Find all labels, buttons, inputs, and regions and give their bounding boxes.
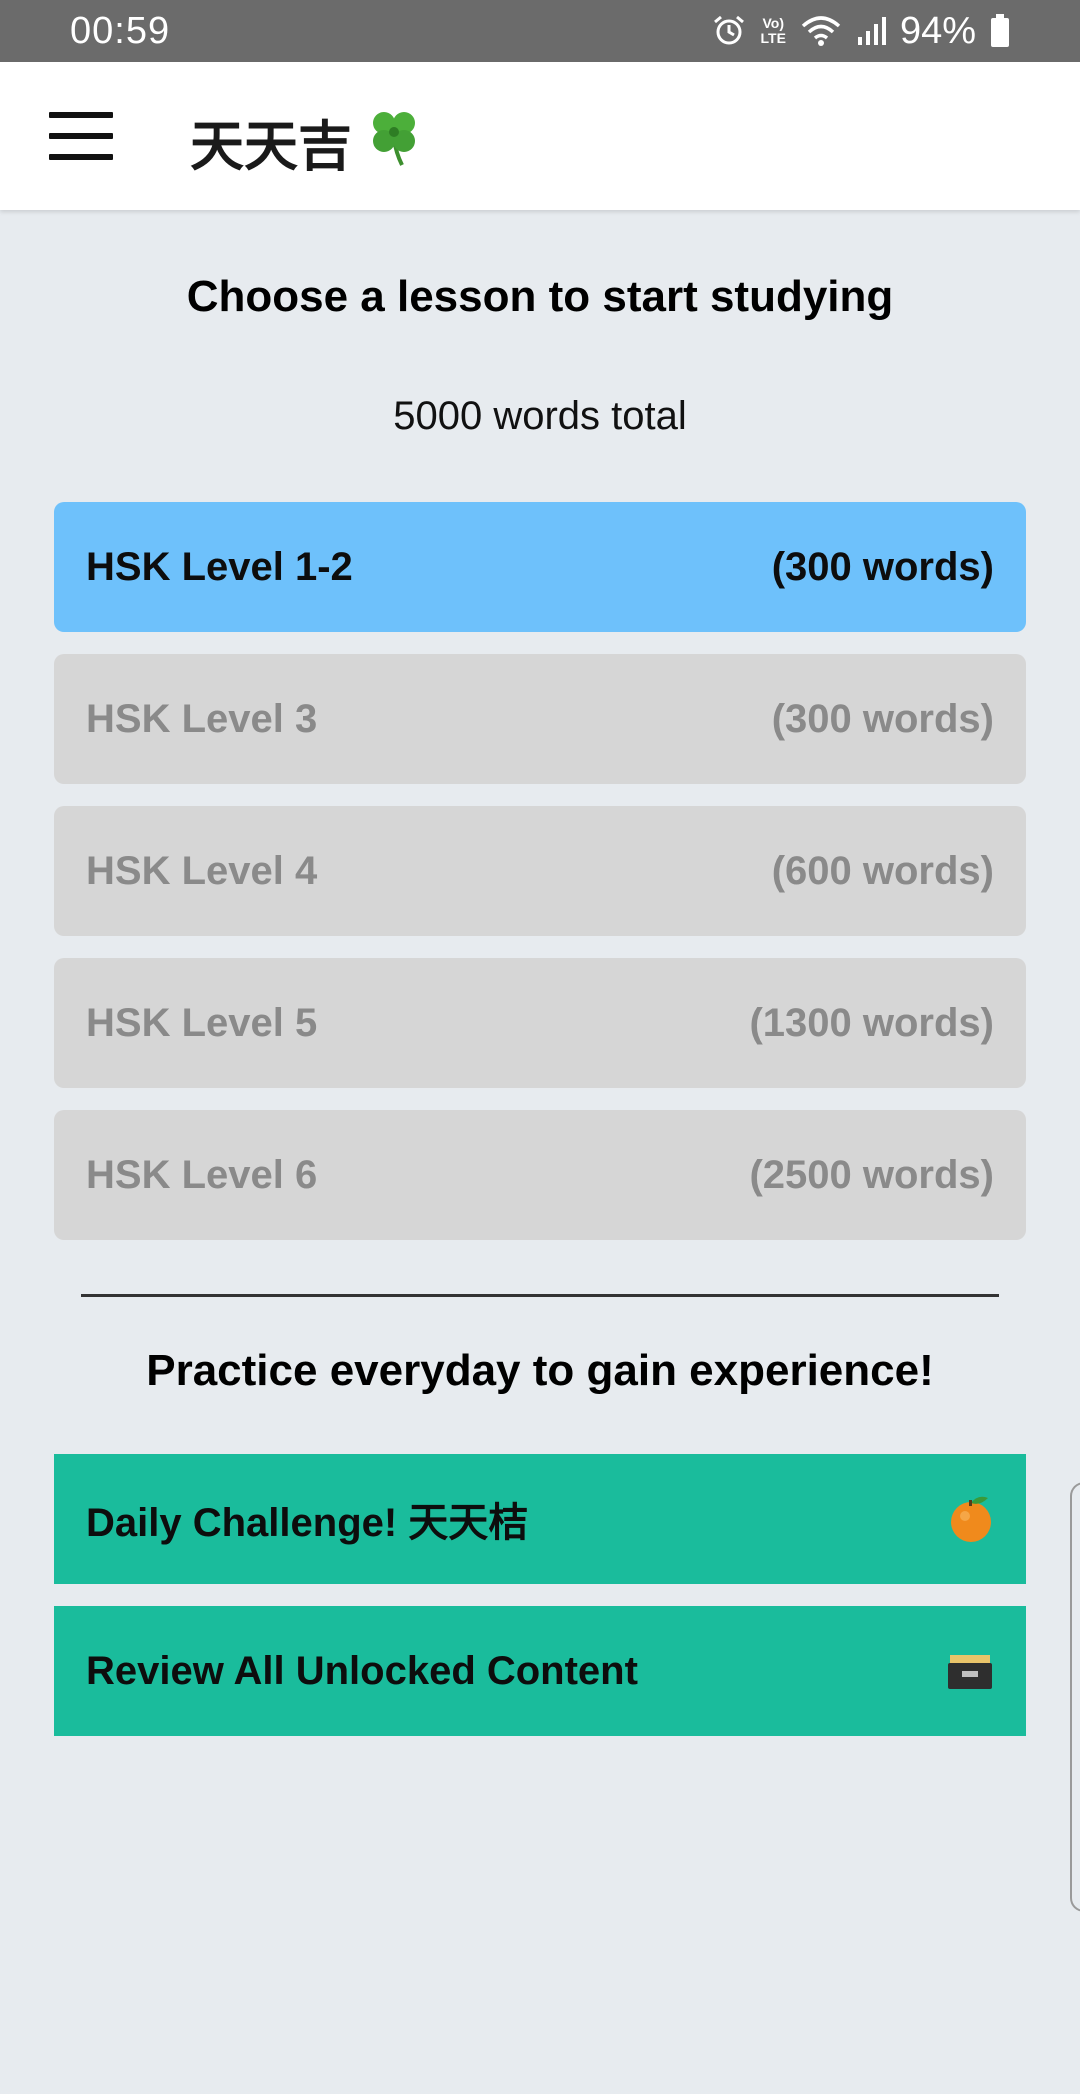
- lesson-label: HSK Level 6: [86, 1152, 318, 1197]
- lesson-label: HSK Level 4: [86, 848, 318, 893]
- battery-percent: 94%: [899, 9, 976, 52]
- lesson-hsk-6[interactable]: HSK Level 6 (2500 words): [54, 1110, 1026, 1240]
- daily-challenge-button[interactable]: Daily Challenge! 天天桔: [54, 1454, 1026, 1584]
- lesson-word-count: (300 words): [771, 696, 994, 741]
- app-title: 天天吉: [190, 102, 422, 181]
- battery-icon: [990, 14, 1010, 48]
- lesson-label: HSK Level 1-2: [86, 544, 353, 589]
- hamburger-menu-icon[interactable]: [49, 112, 113, 160]
- alarm-icon: [711, 13, 747, 49]
- lesson-word-count: (300 words): [771, 544, 994, 589]
- section-divider: [81, 1294, 999, 1297]
- app-title-text: 天天吉: [190, 115, 352, 178]
- tangerine-icon: [948, 1494, 994, 1544]
- action-label: Review All Unlocked Content: [86, 1648, 638, 1693]
- four-leaf-clover-icon: [366, 103, 422, 180]
- signal-icon: [856, 15, 886, 47]
- volte-icon: Vo) LTE: [760, 15, 786, 46]
- lesson-label: HSK Level 5: [86, 1000, 318, 1045]
- lesson-word-count: (1300 words): [749, 1000, 994, 1045]
- lesson-label: HSK Level 3: [86, 696, 318, 741]
- practice-heading: Practice everyday to gain experience!: [146, 1346, 934, 1395]
- card-file-box-icon: [946, 1651, 994, 1691]
- scroll-handle[interactable]: [1070, 1482, 1080, 1912]
- status-bar: 00:59 Vo) LTE 94%: [0, 0, 1080, 62]
- lesson-word-count: (600 words): [771, 848, 994, 893]
- total-words: 5000 words total: [393, 394, 687, 438]
- status-time: 00:59: [70, 9, 171, 52]
- lesson-hsk-5[interactable]: HSK Level 5 (1300 words): [54, 958, 1026, 1088]
- lesson-word-count: (2500 words): [749, 1152, 994, 1197]
- lesson-heading: Choose a lesson to start studying: [186, 272, 894, 321]
- wifi-icon: [800, 14, 842, 48]
- lesson-hsk-1-2[interactable]: HSK Level 1-2 (300 words): [54, 502, 1026, 632]
- lesson-hsk-4[interactable]: HSK Level 4 (600 words): [54, 806, 1026, 936]
- status-icons: Vo) LTE 94%: [711, 10, 1010, 53]
- action-label: Daily Challenge! 天天桔: [86, 1501, 529, 1545]
- review-unlocked-button[interactable]: Review All Unlocked Content: [54, 1606, 1026, 1736]
- app-bar: 天天吉: [0, 62, 1080, 210]
- lesson-hsk-3[interactable]: HSK Level 3 (300 words): [54, 654, 1026, 784]
